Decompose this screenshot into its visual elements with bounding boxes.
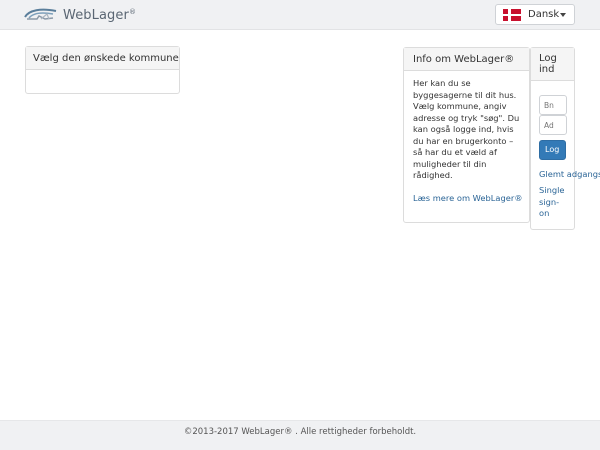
- denmark-flag-icon: [503, 8, 521, 21]
- kommune-panel-title: Vælg den ønskede kommune: [26, 47, 179, 70]
- info-text: Her kan du se byggesagerne til dit hus. …: [413, 78, 520, 180]
- chevron-down-icon: [560, 13, 566, 17]
- info-panel: Info om WebLager® Her kan du se byggesag…: [403, 47, 530, 223]
- password-input[interactable]: [539, 115, 567, 135]
- forgot-password-link[interactable]: Glemt adgangs: [539, 169, 600, 179]
- login-panel-title: Log ind: [531, 48, 574, 81]
- copyright-text: ©2013-2017 WebLager® . Alle rettigheder …: [183, 427, 417, 437]
- login-button[interactable]: Log: [539, 140, 566, 160]
- read-more-link[interactable]: Læs mere om WebLager®: [413, 193, 523, 205]
- single-sign-on-link[interactable]: Single sign-on: [539, 185, 569, 220]
- page-footer: ©2013-2017 WebLager® . Alle rettigheder …: [0, 420, 600, 450]
- brand-logo[interactable]: WebLager®: [23, 5, 136, 25]
- language-label: Dansk: [528, 9, 560, 20]
- brand-name: WebLager®: [63, 7, 137, 23]
- username-input[interactable]: [539, 95, 567, 115]
- info-panel-title: Info om WebLager®: [404, 48, 529, 71]
- login-panel: Log ind Log Glemt adgangs Single sign-on: [530, 47, 600, 230]
- language-dropdown[interactable]: Dansk: [495, 4, 575, 25]
- weblager-logo-icon: [24, 8, 57, 20]
- kommune-panel: Vælg den ønskede kommune: [25, 46, 180, 94]
- top-navbar: WebLager® Dansk: [0, 0, 600, 30]
